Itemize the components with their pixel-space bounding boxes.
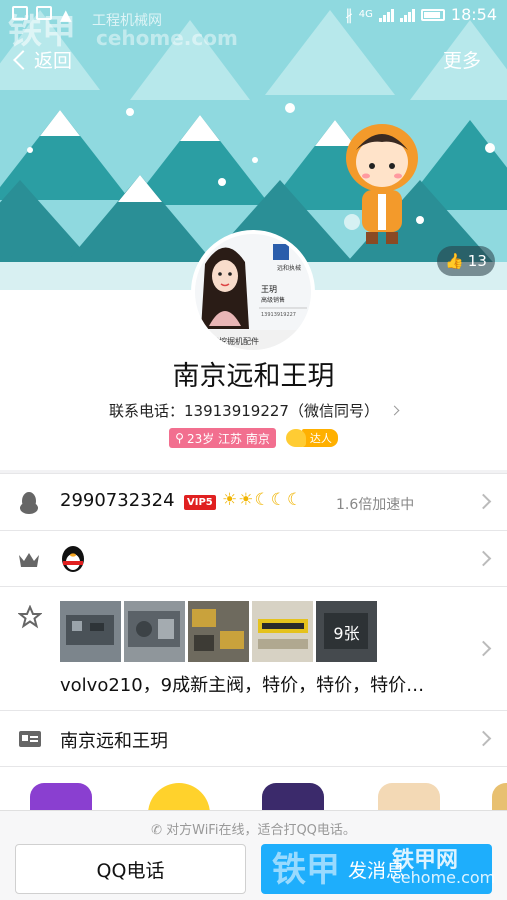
- contact-phone-row[interactable]: 联系电话：13913919227（微信同号）: [0, 400, 507, 421]
- svg-text:高级销售: 高级销售: [261, 296, 285, 304]
- game-app-icon-2[interactable]: [262, 783, 324, 810]
- photo-caption: volvo210，9成新主阀，特价，特价，特价…: [60, 675, 425, 696]
- chevron-right-icon: [475, 730, 492, 747]
- more-button[interactable]: 更多: [443, 46, 481, 73]
- photo-wall-row[interactable]: 9张 volvo210，9成新主阀，特价，特价，特价…: [0, 586, 507, 710]
- signal-icon: [378, 8, 394, 22]
- expert-badge[interactable]: 达人: [285, 428, 338, 448]
- qq-level-icons: ☀☀☾☾☾: [222, 490, 304, 510]
- signal-icon-2: [399, 8, 415, 22]
- chevron-right-icon: [389, 405, 400, 416]
- machine-part-photo: [252, 601, 313, 662]
- photo-thumbnail[interactable]: [124, 601, 185, 662]
- machine-part-photo: [124, 601, 185, 662]
- chevron-right-icon: [475, 493, 492, 510]
- photo-thumbnail[interactable]: [60, 601, 121, 662]
- svg-text:13913919227: 13913919227: [261, 312, 296, 318]
- network-type: 4G: [358, 9, 373, 20]
- wing-icon: [285, 429, 306, 447]
- image-icon: [36, 6, 52, 20]
- clock: 18:54: [450, 5, 497, 24]
- qq-number-row[interactable]: 2990732324 VIP5 ☀☀☾☾☾ 1.6倍加速中: [0, 473, 507, 530]
- id-card-icon: [19, 731, 41, 747]
- thumbs-up-icon: 👍: [445, 252, 464, 270]
- business-card-avatar: 远和执械 王玥 高级销售 13913919227 远和挖掘机配件: [195, 234, 311, 350]
- card-name: 王玥: [261, 285, 277, 294]
- search-icon: ⚲: [175, 431, 184, 445]
- notification-icon: [12, 6, 28, 20]
- photo-thumbnail[interactable]: [188, 601, 249, 662]
- machine-part-photo: [188, 601, 249, 662]
- age-location-text: 23岁 江苏 南京: [186, 431, 270, 446]
- avatar[interactable]: 远和执械 王玥 高级销售 13913919227 远和挖掘机配件: [191, 230, 315, 354]
- privilege-row[interactable]: [0, 530, 507, 586]
- like-count: 13: [467, 252, 487, 270]
- game-app-icon-3[interactable]: [378, 783, 440, 810]
- photo-thumbnails: 9张: [60, 601, 377, 662]
- back-label: 返回: [34, 50, 73, 72]
- photo-thumbnail[interactable]: [252, 601, 313, 662]
- phone-icon: ✆: [151, 823, 162, 838]
- status-bar: ▲ ∦ 4G 18:54: [0, 0, 507, 30]
- profile-name: 南京远和王玥: [172, 361, 335, 392]
- crown-icon: [19, 553, 39, 567]
- send-message-button[interactable]: 发消息: [261, 844, 492, 894]
- card-label: 南京远和王玥: [60, 731, 168, 752]
- qq-number: 2990732324: [60, 490, 175, 511]
- bluetooth-icon: ∦: [345, 5, 353, 24]
- battery-icon: [420, 8, 445, 21]
- wifi-hint-text: 对方WiFi在线，适合打QQ电话。: [166, 823, 356, 838]
- apps-row: [0, 766, 507, 810]
- star-icon: [18, 605, 42, 629]
- like-button[interactable]: 👍 13: [437, 246, 495, 276]
- chevron-left-icon: [13, 49, 33, 70]
- vip-badge: VIP5: [184, 495, 216, 510]
- chevron-right-icon: [475, 550, 492, 567]
- game-app-icon[interactable]: [30, 783, 92, 810]
- qq-call-button[interactable]: QQ电话: [15, 844, 246, 894]
- chevron-right-icon: [475, 640, 492, 657]
- warning-icon: ▲: [60, 6, 72, 24]
- machine-part-photo: [60, 601, 121, 662]
- qq-penguin-icon: [62, 546, 84, 572]
- contact-phone: 联系电话：13913919227（微信同号）: [109, 402, 379, 420]
- age-location-tag[interactable]: ⚲ 23岁 江苏 南京: [169, 428, 276, 448]
- music-app-icon[interactable]: [148, 783, 210, 810]
- wifi-hint: ✆ 对方WiFi在线，适合打QQ电话。: [0, 819, 507, 838]
- back-button[interactable]: 返回: [12, 46, 72, 73]
- svg-text:远和执械: 远和执械: [277, 264, 301, 272]
- photo-thumbnail-more[interactable]: 9张: [316, 601, 377, 662]
- speed-status: 1.6倍加速中: [336, 497, 415, 513]
- bottom-action-bar: ✆ 对方WiFi在线，适合打QQ电话。 QQ电话 发消息: [0, 810, 507, 900]
- expert-badge-label: 达人: [301, 429, 338, 447]
- photo-count: 9张: [316, 601, 377, 662]
- profile-tags: ⚲ 23岁 江苏 南京 达人: [0, 428, 507, 448]
- profile-card-row[interactable]: 南京远和王玥: [0, 710, 507, 766]
- game-app-icon-4[interactable]: [492, 783, 507, 810]
- penguin-icon: [20, 492, 38, 514]
